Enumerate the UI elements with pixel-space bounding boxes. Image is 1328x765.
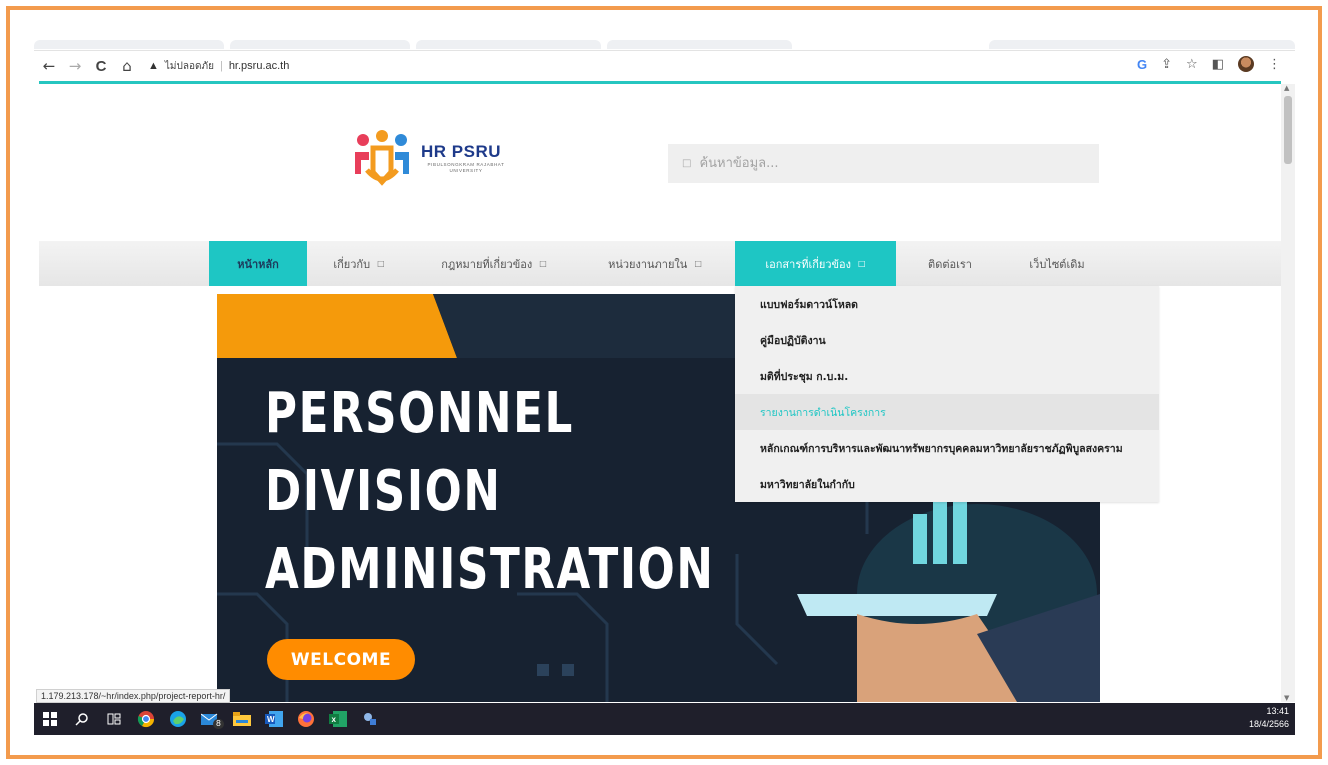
clock-time: 13:41 xyxy=(1266,706,1289,716)
back-icon[interactable]: ← xyxy=(38,55,60,77)
warning-icon: ▲ xyxy=(148,60,159,72)
url-text[interactable]: hr.psru.ac.th xyxy=(229,60,290,72)
main-menu: หน้าหลัก เกี่ยวกับ □ กฎหมายที่เกี่ยวข้อง… xyxy=(39,241,1281,286)
page-viewport: HR PSRU PIBULSONGKRAM RAJABHAT UNIVERSIT… xyxy=(39,84,1281,702)
documents-dropdown: แบบฟอร์มดาวน์โหลด คู่มือปฏิบัติงาน มติที… xyxy=(735,286,1159,502)
menu-contact[interactable]: ติดต่อเรา xyxy=(905,241,995,286)
menu-documents[interactable]: เอกสารที่เกี่ยวข้อง □ xyxy=(735,241,896,286)
logo-subtitle: PIBULSONGKRAM RAJABHAT UNIVERSITY xyxy=(427,162,505,173)
search-input[interactable] xyxy=(699,156,1060,171)
remote-tool-icon[interactable] xyxy=(354,703,386,735)
browser-toolbar: ← → C ⌂ ▲ ไม่ปลอดภัย | hr.psru.ac.th G ⇪… xyxy=(34,52,1295,80)
search-icon[interactable] xyxy=(66,703,98,735)
menu-about[interactable]: เกี่ยวกับ □ xyxy=(309,241,409,286)
google-translate-icon[interactable]: G xyxy=(1137,57,1147,72)
menu-label: หน้าหลัก xyxy=(237,257,279,271)
firefox-icon[interactable] xyxy=(290,703,322,735)
menu-label: กฎหมายที่เกี่ยวข้อง xyxy=(441,257,533,271)
excel-icon[interactable]: x xyxy=(322,703,354,735)
menu-label: เว็บไซต์เดิม xyxy=(1029,257,1085,271)
menu-old-website[interactable]: เว็บไซต์เดิม xyxy=(1007,241,1107,286)
banner-line-2: DIVISION xyxy=(265,459,502,524)
site-logo[interactable]: HR PSRU PIBULSONGKRAM RAJABHAT UNIVERSIT… xyxy=(349,130,519,190)
dropdown-item-hr-criteria[interactable]: หลักเกณฑ์การบริหารและพัฒนาทรัพยากรบุคคลม… xyxy=(735,430,1159,466)
mail-icon[interactable]: 8 xyxy=(194,703,226,735)
page-scrollbar[interactable]: ▲ ▼ xyxy=(1281,84,1295,702)
dropdown-item-autonomous[interactable]: มหาวิทยาลัยในกำกับ xyxy=(735,466,1159,502)
file-explorer-icon[interactable] xyxy=(226,703,258,735)
banner-line-1: PERSONNEL xyxy=(265,381,574,446)
forward-icon[interactable]: → xyxy=(64,55,86,77)
share-icon[interactable]: ⇪ xyxy=(1161,57,1172,72)
chevron-down-icon: □ xyxy=(858,259,866,268)
side-panel-icon[interactable]: ◧ xyxy=(1212,57,1224,72)
security-label[interactable]: ไม่ปลอดภัย xyxy=(165,59,214,74)
address-bar[interactable]: ▲ ไม่ปลอดภัย | hr.psru.ac.th xyxy=(148,54,289,78)
reload-icon[interactable]: C xyxy=(90,55,112,77)
logo-text: HR PSRU xyxy=(421,142,502,161)
system-clock[interactable]: 13:41 18/4/2566 xyxy=(1249,705,1289,731)
windows-start-icon[interactable] xyxy=(34,703,66,735)
menu-kebab-icon[interactable]: ⋮ xyxy=(1268,57,1281,72)
dropdown-item-forms[interactable]: แบบฟอร์มดาวน์โหลด xyxy=(735,286,1159,322)
chevron-down-icon: □ xyxy=(694,259,702,268)
dropdown-item-project-report[interactable]: รายงานการดำเนินโครงการ xyxy=(735,394,1159,430)
dropdown-item-manual[interactable]: คู่มือปฏิบัติงาน xyxy=(735,322,1159,358)
logo-people-icon xyxy=(355,130,409,186)
menu-internal-units[interactable]: หน่วยงานภายใน □ xyxy=(587,241,723,286)
svg-text:x: x xyxy=(332,715,337,724)
mail-badge: 8 xyxy=(212,719,224,729)
bookmark-star-icon[interactable]: ☆ xyxy=(1186,57,1198,72)
clock-date: 18/4/2566 xyxy=(1248,719,1289,729)
menu-home[interactable]: หน้าหลัก xyxy=(209,241,307,286)
scrollbar-thumb[interactable] xyxy=(1284,96,1292,164)
banner-line-3: ADMINISTRATION xyxy=(265,537,715,602)
chevron-down-icon: □ xyxy=(539,259,547,268)
edge-icon[interactable] xyxy=(162,703,194,735)
tab-strip[interactable] xyxy=(34,38,1295,51)
chevron-down-icon: □ xyxy=(377,259,385,268)
menu-label: ติดต่อเรา xyxy=(928,257,972,271)
chrome-icon[interactable] xyxy=(130,703,162,735)
toolbar-right-icons: G ⇪ ☆ ◧ ⋮ xyxy=(1137,56,1281,72)
task-view-icon[interactable] xyxy=(98,703,130,735)
dropdown-item-meeting[interactable]: มติที่ประชุม ก.บ.ม. xyxy=(735,358,1159,394)
welcome-button[interactable]: WELCOME xyxy=(267,639,415,680)
search-box[interactable]: □ xyxy=(668,144,1099,183)
address-separator: | xyxy=(219,60,223,72)
search-icon: □ xyxy=(682,158,692,169)
status-bar-url: 1.179.213.178/~hr/index.php/project-repo… xyxy=(36,689,231,703)
word-icon[interactable]: W xyxy=(258,703,290,735)
scroll-up-icon[interactable]: ▲ xyxy=(1284,84,1289,92)
windows-taskbar: 8 W x 13:41 18/4/2566 xyxy=(34,703,1295,735)
menu-label: หน่วยงานภายใน xyxy=(608,257,688,271)
menu-label: เกี่ยวกับ xyxy=(333,257,371,271)
scroll-down-icon[interactable]: ▼ xyxy=(1284,694,1289,702)
profile-avatar[interactable] xyxy=(1238,56,1254,72)
home-icon[interactable]: ⌂ xyxy=(116,55,138,77)
menu-label: เอกสารที่เกี่ยวข้อง xyxy=(765,257,852,271)
svg-text:W: W xyxy=(267,715,275,724)
menu-laws[interactable]: กฎหมายที่เกี่ยวข้อง □ xyxy=(419,241,569,286)
